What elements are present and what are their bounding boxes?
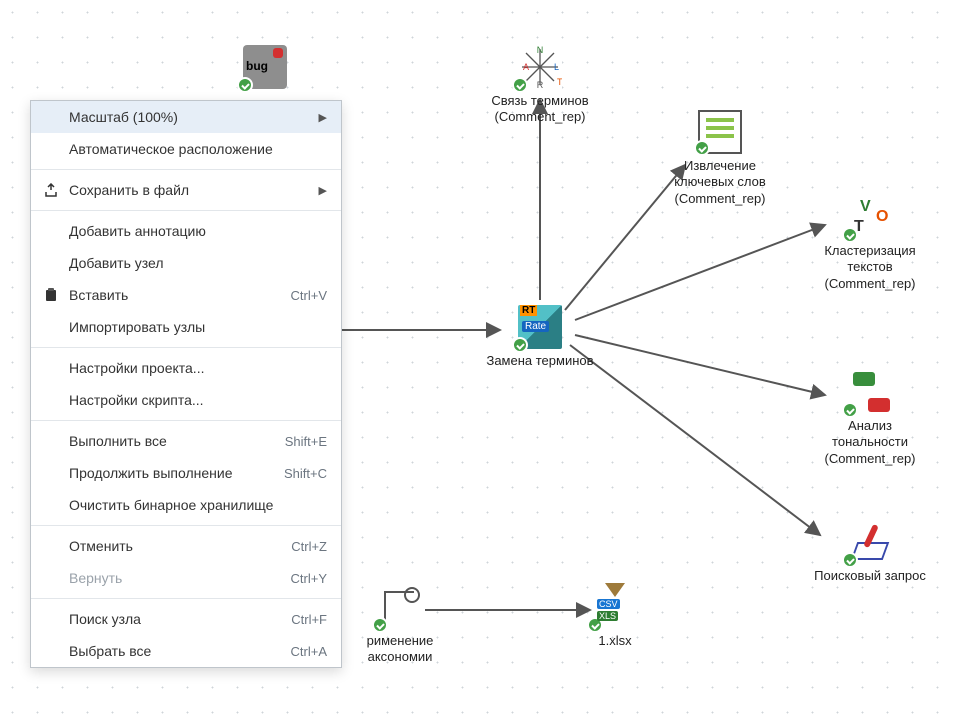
menu-item-label: Настройки проекта...: [69, 360, 204, 376]
export-icon: [43, 182, 59, 198]
node-search-query[interactable]: Поисковый запрос: [810, 520, 930, 584]
menu-item[interactable]: Добавить аннотацию: [31, 215, 341, 247]
menu-item-label: Вернуть: [69, 570, 122, 586]
menu-item[interactable]: Автоматическое расположение: [31, 133, 341, 165]
node-label: Анализ тональности (Comment_rep): [810, 418, 930, 467]
sentiment-icon: [848, 370, 892, 414]
menu-item-shortcut: Ctrl+Z: [291, 539, 327, 554]
node-bug[interactable]: [205, 45, 325, 93]
menu-separator: [31, 347, 341, 348]
svg-text:O: O: [876, 208, 888, 225]
status-check-icon: [842, 552, 858, 568]
menu-item-label: Выполнить все: [69, 433, 167, 449]
menu-item[interactable]: Настройки проекта...: [31, 352, 341, 384]
menu-item-label: Масштаб (100%): [69, 109, 178, 125]
menu-item-label: Поиск узла: [69, 611, 141, 627]
svg-text:L: L: [554, 62, 559, 72]
status-check-icon: [372, 617, 388, 633]
menu-separator: [31, 525, 341, 526]
csv-xls-icon: [593, 585, 637, 629]
status-check-icon: [694, 140, 710, 156]
menu-item[interactable]: Продолжить выполнение Shift+C: [31, 457, 341, 489]
menu-item[interactable]: Отменить Ctrl+Z: [31, 530, 341, 562]
node-keywords[interactable]: Извлечение ключевых слов (Comment_rep): [660, 110, 780, 207]
menu-item-label: Выбрать все: [69, 643, 151, 659]
menu-item-label: Добавить аннотацию: [69, 223, 206, 239]
cluster-icon: V O T: [848, 195, 892, 239]
menu-item-label: Сохранить в файл: [69, 182, 189, 198]
menu-separator: [31, 420, 341, 421]
menu-item[interactable]: Импортировать узлы: [31, 311, 341, 343]
status-check-icon: [237, 77, 253, 93]
menu-item-label: Импортировать узлы: [69, 319, 205, 335]
svg-text:N: N: [537, 45, 544, 55]
node-replace-terms[interactable]: Замена терминов: [480, 305, 600, 369]
status-check-icon: [512, 337, 528, 353]
context-menu[interactable]: Масштаб (100%) ▶ Автоматическое расположен…: [30, 100, 342, 668]
node-term-link[interactable]: N A L R T Связь терминов (Comment_rep): [480, 45, 600, 126]
submenu-arrow-icon: ▶: [319, 111, 327, 124]
taxonomy-icon: [378, 585, 422, 629]
node-cluster[interactable]: V O T Кластеризация текстов (Comment_rep…: [810, 195, 930, 292]
menu-item[interactable]: Масштаб (100%) ▶: [31, 101, 341, 133]
menu-item-label: Очистить бинарное хранилище: [69, 497, 273, 513]
menu-item-label: Добавить узел: [69, 255, 164, 271]
menu-separator: [31, 598, 341, 599]
menu-item-label: Продолжить выполнение: [69, 465, 233, 481]
menu-item[interactable]: Вставить Ctrl+V: [31, 279, 341, 311]
submenu-arrow-icon: ▶: [319, 184, 327, 197]
keywords-icon: [698, 110, 742, 154]
term-link-icon: N A L R T: [518, 45, 562, 89]
menu-item-label: Вставить: [69, 287, 128, 303]
node-sentiment[interactable]: Анализ тональности (Comment_rep): [810, 370, 930, 467]
svg-text:A: A: [523, 62, 529, 72]
menu-item[interactable]: Поиск узла Ctrl+F: [31, 603, 341, 635]
status-check-icon: [587, 617, 603, 633]
menu-item-shortcut: Shift+C: [284, 466, 327, 481]
menu-item: Вернуть Ctrl+Y: [31, 562, 341, 594]
menu-item[interactable]: Добавить узел: [31, 247, 341, 279]
status-check-icon: [842, 227, 858, 243]
node-label: Связь терминов (Comment_rep): [480, 93, 600, 126]
node-label: Поисковый запрос: [814, 568, 926, 584]
menu-item-shortcut: Shift+E: [285, 434, 327, 449]
replace-icon: [518, 305, 562, 349]
menu-separator: [31, 169, 341, 170]
menu-item-shortcut: Ctrl+Y: [291, 571, 327, 586]
menu-item-label: Настройки скрипта...: [69, 392, 204, 408]
node-label: Кластеризация текстов (Comment_rep): [810, 243, 930, 292]
status-check-icon: [512, 77, 528, 93]
menu-item-label: Автоматическое расположение: [69, 141, 273, 157]
node-label: 1.xlsx: [598, 633, 631, 649]
node-csv-xlsx[interactable]: 1.xlsx: [555, 585, 675, 649]
search-query-icon: [848, 520, 892, 564]
bug-icon: [243, 45, 287, 89]
node-label: Извлечение ключевых слов (Comment_rep): [660, 158, 780, 207]
menu-item-shortcut: Ctrl+V: [291, 288, 327, 303]
svg-text:T: T: [557, 77, 562, 87]
menu-item[interactable]: Выполнить все Shift+E: [31, 425, 341, 457]
menu-item[interactable]: Очистить бинарное хранилище: [31, 489, 341, 521]
menu-separator: [31, 210, 341, 211]
svg-text:V: V: [860, 198, 871, 215]
node-taxonomy[interactable]: рименение аксономии: [340, 585, 460, 666]
menu-item-shortcut: Ctrl+A: [291, 644, 327, 659]
menu-item[interactable]: Выбрать все Ctrl+A: [31, 635, 341, 667]
node-label: Замена терминов: [486, 353, 593, 369]
menu-item-label: Отменить: [69, 538, 133, 554]
svg-text:R: R: [537, 80, 544, 89]
status-check-icon: [842, 402, 858, 418]
menu-item[interactable]: Сохранить в файл ▶: [31, 174, 341, 206]
paste-icon: [43, 287, 59, 303]
menu-item-shortcut: Ctrl+F: [291, 612, 327, 627]
node-label: рименение аксономии: [340, 633, 460, 666]
menu-item[interactable]: Настройки скрипта...: [31, 384, 341, 416]
